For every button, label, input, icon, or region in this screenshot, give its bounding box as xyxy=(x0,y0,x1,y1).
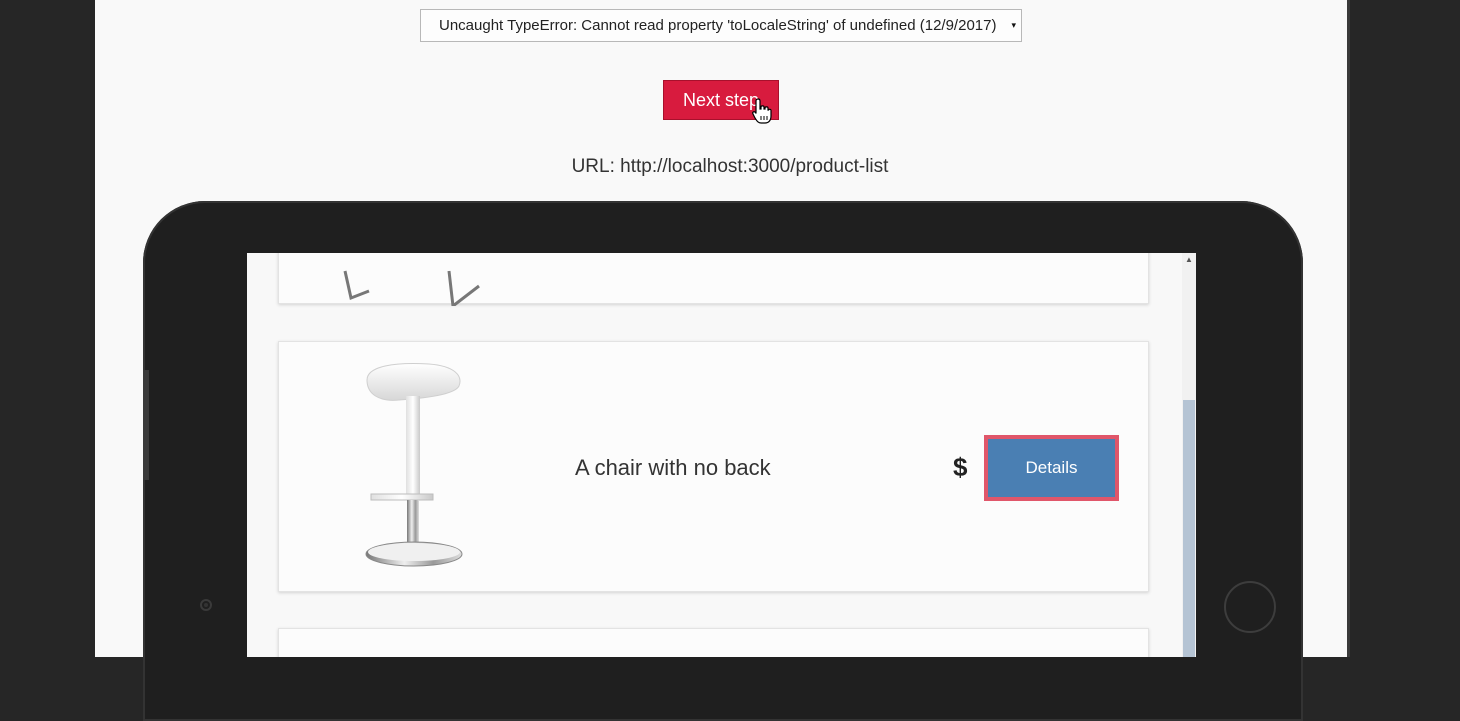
home-button xyxy=(1224,581,1276,633)
product-price: $ xyxy=(953,452,968,482)
hand-cursor-icon xyxy=(752,98,772,124)
product-card: A chair with no back $ Details xyxy=(278,341,1149,592)
current-url: URL: http://localhost:3000/product-list xyxy=(571,156,889,177)
details-button[interactable]: Details xyxy=(984,435,1119,501)
product-card-next xyxy=(278,628,1149,657)
chair-legs-image xyxy=(343,270,480,306)
scrollbar[interactable]: ▲ xyxy=(1182,253,1196,657)
camera-icon xyxy=(200,599,212,611)
scroll-thumb[interactable] xyxy=(1183,400,1195,657)
error-select-value: Uncaught TypeError: Cannot read property… xyxy=(439,17,997,34)
panel-edge xyxy=(1347,0,1350,657)
chevron-down-icon: ▾ xyxy=(1011,20,1016,30)
product-name: A chair with no back xyxy=(575,455,771,480)
product-card-previous xyxy=(278,253,1149,306)
bar-stool-image xyxy=(365,363,463,567)
app-screen: A chair with no back $ Details ▲ xyxy=(247,253,1196,657)
error-select-dropdown[interactable]: Uncaught TypeError: Cannot read property… xyxy=(420,9,1022,42)
scroll-up-icon[interactable]: ▲ xyxy=(1182,253,1196,267)
tablet-side-button xyxy=(143,370,149,480)
